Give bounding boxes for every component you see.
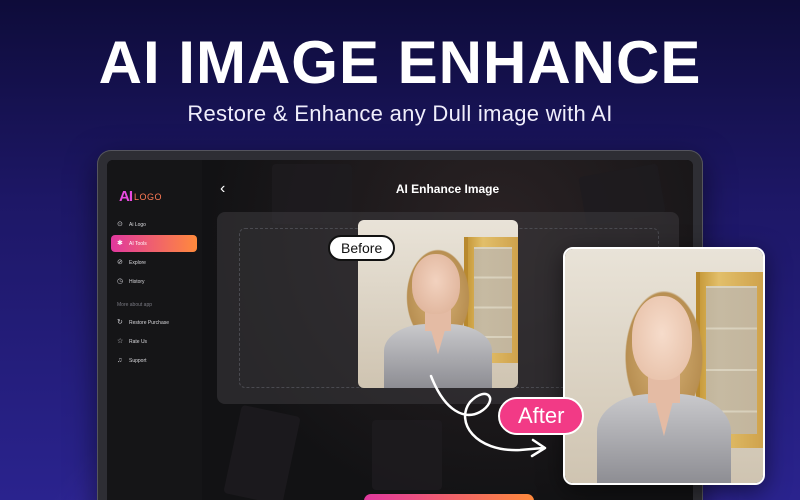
sidebar-section-label: More about app [117,302,153,308]
sidebar-item-history[interactable]: ◷ History [111,273,197,290]
star-icon: ☆ [117,338,124,345]
logo-mark: AI [119,188,133,205]
after-badge: After [498,397,585,435]
clock-icon: ◷ [117,278,124,285]
sidebar-item-support[interactable]: ♫ Support [111,352,197,369]
page-title: AI Enhance Image [395,182,500,196]
ai-tools-icon: ✱ [117,240,123,247]
sidebar-item-ai-tools[interactable]: ✱ AI Tools [111,235,197,252]
sidebar-item-rate-us[interactable]: ☆ Rate Us [111,333,197,350]
sidebar-nav: ⊙ Ai Logo ✱ AI Tools ⊘ Explore ◷ History… [111,216,197,371]
sidebar-item-label: Support [129,357,147,364]
sidebar-item-ai-logo[interactable]: ⊙ Ai Logo [111,216,197,233]
background-tile [223,404,301,500]
enhance-button[interactable] [364,494,534,500]
sidebar-item-label: Rate Us [129,338,148,345]
ai-logo-icon: ⊙ [117,221,123,228]
sidebar-item-label: Ai Logo [129,221,146,228]
sidebar-item-label: AI Tools [129,240,147,247]
restore-icon: ↻ [117,319,123,326]
sidebar-item-restore-purchase[interactable]: ↻ Restore Purchase [111,314,197,331]
before-badge: Before [328,235,396,261]
sidebar-item-explore[interactable]: ⊘ Explore [111,254,197,271]
sidebar-item-label: History [129,278,145,285]
compass-icon: ⊘ [117,259,123,266]
app-logo: AI LOGO [119,188,162,205]
headset-icon: ♫ [117,357,123,364]
logo-text: LOGO [134,191,163,202]
sidebar-item-label: Restore Purchase [129,319,170,326]
after-image [563,247,765,485]
subheadline: Restore & Enhance any Dull image with AI [187,101,613,126]
sidebar-item-label: Explore [129,259,146,266]
sidebar: AI LOGO ⊙ Ai Logo ✱ AI Tools ⊘ Explore ◷ [107,160,202,500]
headline: AI IMAGE ENHANCE [98,29,702,96]
